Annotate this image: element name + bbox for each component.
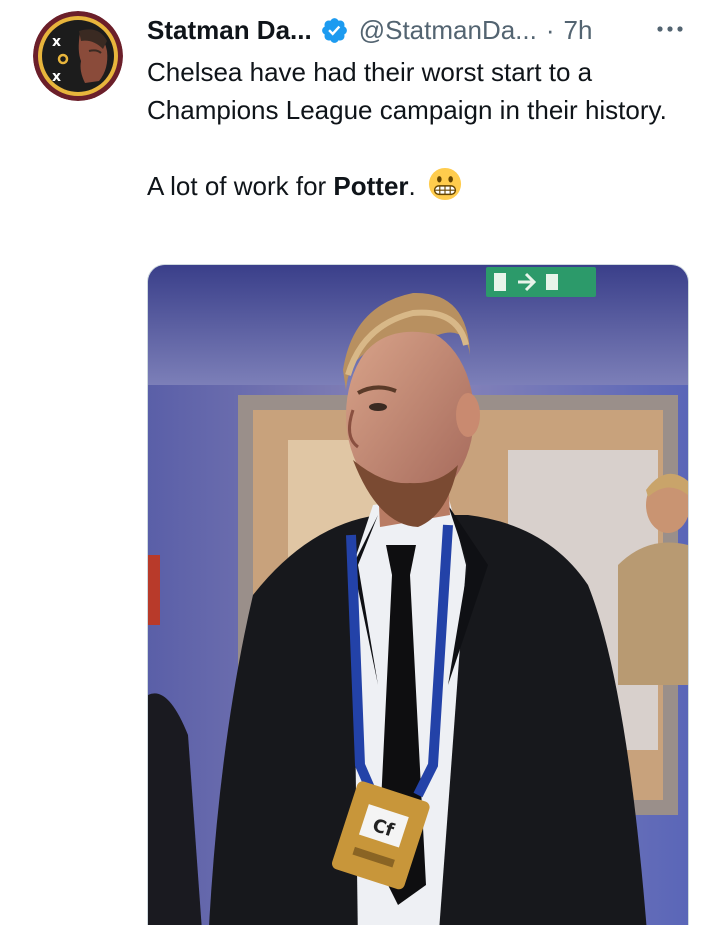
tweet-text-line-1: Chelsea have had their worst start to a … [147,57,667,125]
grimacing-face-emoji [428,167,461,200]
tweet-media-photo[interactable]: Cf [147,264,689,925]
tweet-card[interactable]: x x Statman Da... @StatmanDa... · 7h Che… [0,0,720,925]
svg-text:x: x [52,34,61,50]
tweet-text-prefix: A lot of work for [147,170,334,201]
tactics-board-avatar-icon: x x [33,11,123,101]
separator-dot: · [545,14,555,45]
tweet-text-line-2: A lot of work for Potter. [147,167,687,206]
avatar[interactable]: x x [33,11,123,101]
photo-man-in-suit-with-lanyard: Cf [148,265,688,925]
tweet-text: Chelsea have had their worst start to a … [147,54,687,205]
display-name[interactable]: Statman Da... [147,15,312,46]
tweet-text-bold: Potter [333,170,409,201]
more-options-button[interactable] [655,16,685,42]
svg-text:x: x [52,69,61,85]
timestamp[interactable]: 7h [564,15,593,46]
verified-badge-icon [321,17,347,43]
tweet-header: Statman Da... @StatmanDa... · 7h [147,12,592,48]
more-horizontal-icon [657,26,683,32]
tweet-text-suffix: . [408,170,416,201]
user-handle[interactable]: @StatmanDa... [359,15,537,46]
